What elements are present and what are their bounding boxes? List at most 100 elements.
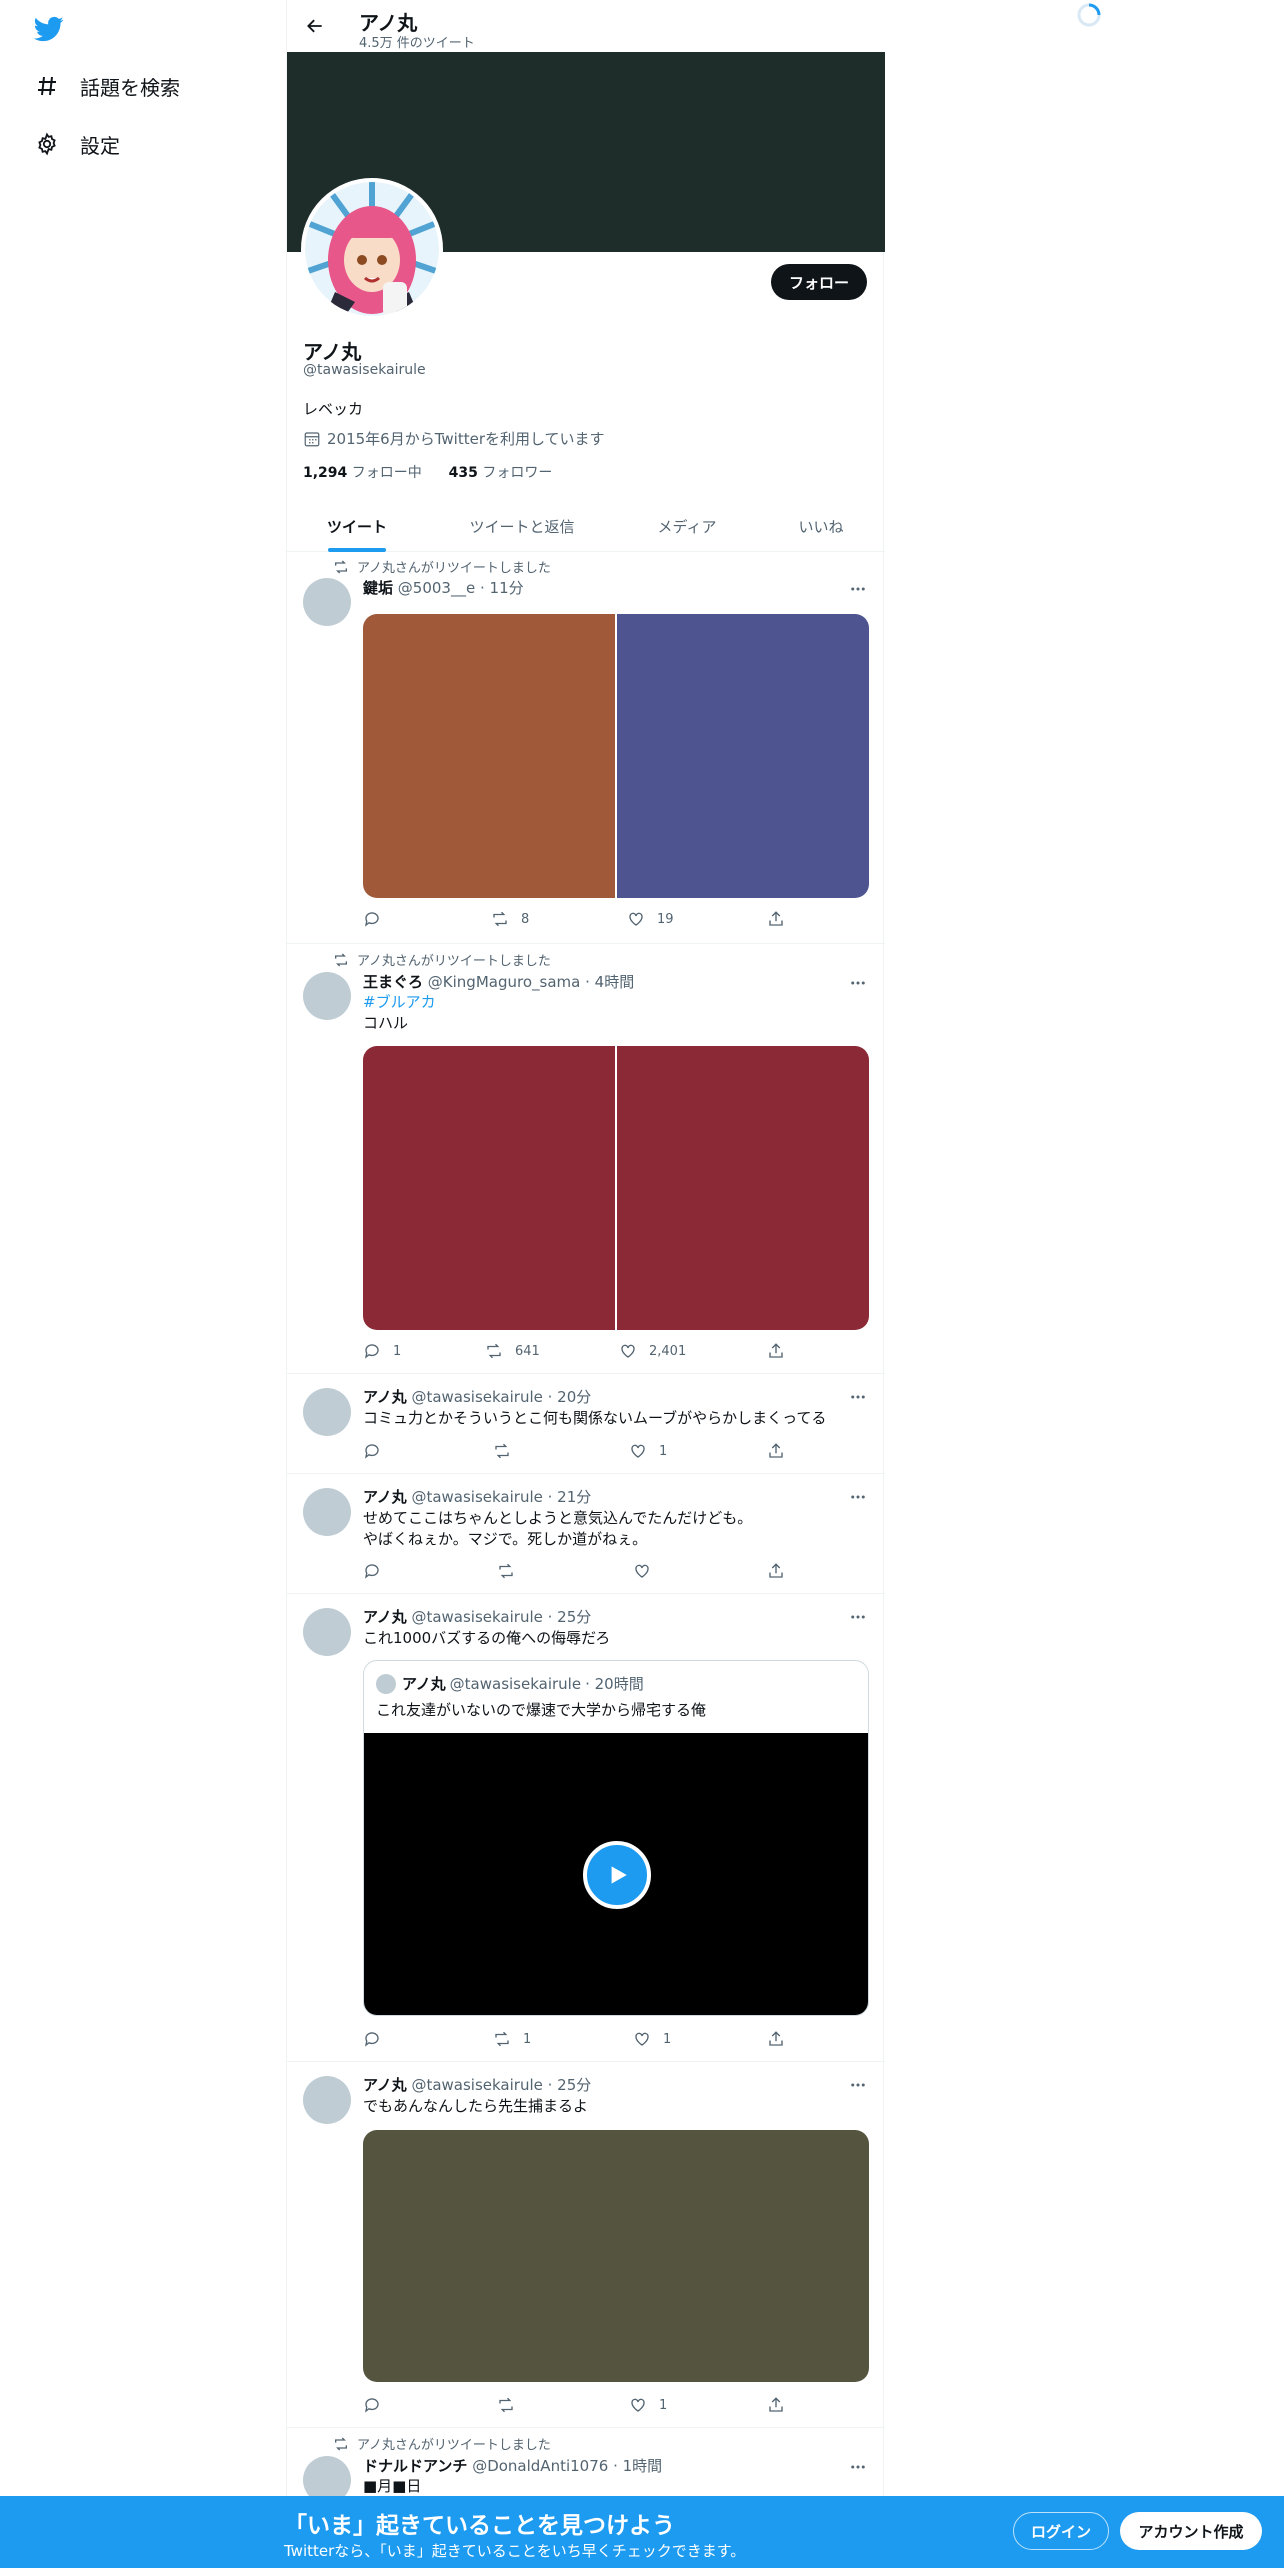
tweet-actions: 8 19 bbox=[363, 910, 803, 930]
reply-button[interactable] bbox=[363, 2396, 393, 2414]
heart-icon bbox=[631, 2398, 645, 2412]
tweet-author-handle: @DonaldAnti1076 bbox=[472, 2457, 609, 2475]
profile-joined-text: 2015年6月からTwitterを利用しています bbox=[327, 430, 605, 448]
tab-media[interactable]: メディア bbox=[617, 500, 757, 552]
retweet-button[interactable] bbox=[497, 1562, 527, 1580]
like-button[interactable]: 19 bbox=[627, 910, 674, 928]
reply-icon bbox=[364, 912, 379, 927]
share-button[interactable] bbox=[767, 1442, 797, 1460]
reply-button[interactable] bbox=[363, 910, 393, 928]
tab-tweets-replies[interactable]: ツイートと返信 bbox=[427, 500, 617, 552]
tweet-time[interactable]: · 20分 bbox=[548, 1388, 592, 1406]
retweet-button[interactable]: 641 bbox=[485, 1342, 540, 1360]
share-button[interactable] bbox=[767, 1562, 797, 1580]
retweet-button[interactable] bbox=[497, 2396, 527, 2414]
tweet-time[interactable]: · 25分 bbox=[548, 2076, 592, 2094]
quoted-tweet[interactable]: アノ丸 @tawasisekairule · 20時間 これ友達がいないので爆速… bbox=[363, 1660, 869, 2016]
tweet-media[interactable] bbox=[363, 614, 869, 898]
reply-button[interactable] bbox=[363, 1562, 393, 1580]
quoted-tweet-video[interactable] bbox=[364, 1733, 868, 2015]
reply-icon bbox=[364, 1564, 379, 1579]
back-button[interactable] bbox=[301, 12, 329, 40]
tweet-avatar[interactable] bbox=[303, 972, 351, 1020]
retweet-button[interactable]: 1 bbox=[493, 2030, 531, 2048]
tab-likes[interactable]: いいね bbox=[757, 500, 885, 552]
tweet-avatar[interactable] bbox=[303, 1388, 351, 1436]
share-button[interactable] bbox=[767, 1342, 797, 1360]
tweet-actions: 1 bbox=[363, 1442, 803, 1462]
hashtag-icon bbox=[34, 73, 60, 99]
tweet-time[interactable]: · 21分 bbox=[548, 1488, 592, 1506]
more-icon[interactable] bbox=[847, 1486, 869, 1508]
following-link[interactable]: 1,294 フォロー中 bbox=[303, 465, 422, 481]
tweet-meta: アノ丸 @tawasisekairule · 25分 bbox=[363, 1606, 591, 1627]
more-icon[interactable] bbox=[847, 2074, 869, 2096]
like-button[interactable]: 1 bbox=[629, 1442, 667, 1460]
more-icon[interactable] bbox=[847, 578, 869, 600]
media-image[interactable] bbox=[363, 2130, 869, 2382]
play-icon[interactable] bbox=[583, 1841, 651, 1909]
hashtag-link[interactable]: #ブルアカ bbox=[363, 992, 436, 1013]
tweet-media[interactable] bbox=[363, 1046, 869, 1330]
tweet-time[interactable]: · 11分 bbox=[480, 579, 524, 597]
nav-explore[interactable]: 話題を検索 bbox=[34, 64, 180, 108]
tweet-author-name[interactable]: 王まぐろ bbox=[363, 973, 423, 991]
followers-link[interactable]: 435 フォロワー bbox=[449, 465, 553, 481]
more-icon[interactable] bbox=[847, 1606, 869, 1628]
tweet-avatar[interactable] bbox=[303, 1608, 351, 1656]
retweet-count: 641 bbox=[515, 1343, 540, 1359]
tweet-time[interactable]: · 25分 bbox=[548, 1608, 592, 1626]
create-account-button[interactable]: アカウント作成 bbox=[1120, 2512, 1262, 2550]
tweet-author-name[interactable]: 鍵垢 bbox=[363, 579, 393, 597]
tweet-author-name[interactable]: アノ丸 bbox=[363, 2076, 407, 2094]
retweet-button[interactable] bbox=[493, 1442, 523, 1460]
media-image[interactable] bbox=[363, 1046, 615, 1330]
tweet[interactable]: アノ丸 @tawasisekairule · 20分 コミュ力とかそういうとこ何… bbox=[287, 1374, 885, 1474]
tweet-avatar[interactable] bbox=[303, 2076, 351, 2124]
retweet-button[interactable]: 8 bbox=[491, 910, 529, 928]
like-button[interactable] bbox=[633, 1562, 663, 1580]
reply-button[interactable] bbox=[363, 1442, 393, 1460]
profile-handle: @tawasisekairule bbox=[303, 362, 426, 378]
tweet[interactable]: アノ丸さんがリツイートしました 王まぐろ @KingMaguro_sama · … bbox=[287, 944, 885, 1374]
tweet-media[interactable] bbox=[363, 2130, 869, 2382]
share-button[interactable] bbox=[767, 2030, 797, 2048]
tab-tweets[interactable]: ツイート bbox=[287, 500, 427, 552]
media-image[interactable] bbox=[617, 1046, 869, 1330]
nav-settings[interactable]: 設定 bbox=[34, 122, 120, 166]
tweet-avatar[interactable] bbox=[303, 578, 351, 626]
reply-button[interactable] bbox=[363, 2030, 393, 2048]
tweet[interactable]: アノ丸 @tawasisekairule · 25分 これ1000バズするの俺へ… bbox=[287, 1594, 885, 2062]
like-button[interactable]: 1 bbox=[629, 2396, 667, 2414]
followers-count: 435 bbox=[448, 465, 478, 481]
profile-avatar[interactable] bbox=[301, 178, 443, 320]
media-image[interactable] bbox=[617, 614, 869, 898]
tweet-body: でもあんなんしたら先生捕まるよ bbox=[363, 2097, 589, 2115]
twitter-logo-icon[interactable] bbox=[32, 14, 66, 44]
tweet-author-name[interactable]: ドナルドアンチ bbox=[363, 2457, 467, 2475]
tweet[interactable]: アノ丸 @tawasisekairule · 25分 でもあんなんしたら先生捕ま… bbox=[287, 2062, 885, 2428]
tweet[interactable]: アノ丸 @tawasisekairule · 21分 せめてここはちゃんとしよう… bbox=[287, 1474, 885, 1594]
like-button[interactable]: 2,401 bbox=[619, 1342, 686, 1360]
tweet[interactable]: アノ丸さんがリツイートしました 鍵垢 @5003__e · 11分 8 19 bbox=[287, 552, 885, 944]
share-button[interactable] bbox=[767, 2396, 797, 2414]
signup-prompt-subtitle: Twitterなら、「いま」起きていることをいち早くチェックできます。 bbox=[284, 2542, 746, 2560]
tweet-avatar[interactable] bbox=[303, 1488, 351, 1536]
more-icon[interactable] bbox=[847, 2456, 869, 2478]
reply-count: 1 bbox=[393, 1343, 402, 1359]
follow-button[interactable]: フォロー bbox=[770, 264, 867, 300]
like-button[interactable]: 1 bbox=[633, 2030, 671, 2048]
media-image[interactable] bbox=[363, 614, 615, 898]
tweet-author-name[interactable]: アノ丸 bbox=[363, 1488, 407, 1506]
tweet-time[interactable]: · 1時間 bbox=[613, 2457, 662, 2475]
tab-tweets-label: ツイート bbox=[326, 517, 387, 536]
login-button[interactable]: ログイン bbox=[1013, 2512, 1109, 2550]
reply-button[interactable]: 1 bbox=[363, 1342, 401, 1360]
tweet-author-name[interactable]: アノ丸 bbox=[363, 1388, 407, 1406]
more-icon[interactable] bbox=[847, 1386, 869, 1408]
share-button[interactable] bbox=[767, 910, 797, 928]
more-icon[interactable] bbox=[847, 972, 869, 994]
signup-prompt-bar: 「いま」起きていることを見つけよう Twitterなら、「いま」起きていることを… bbox=[0, 2496, 1284, 2568]
tweet-author-name[interactable]: アノ丸 bbox=[363, 1608, 407, 1626]
tweet-time[interactable]: · 4時間 bbox=[585, 973, 634, 991]
